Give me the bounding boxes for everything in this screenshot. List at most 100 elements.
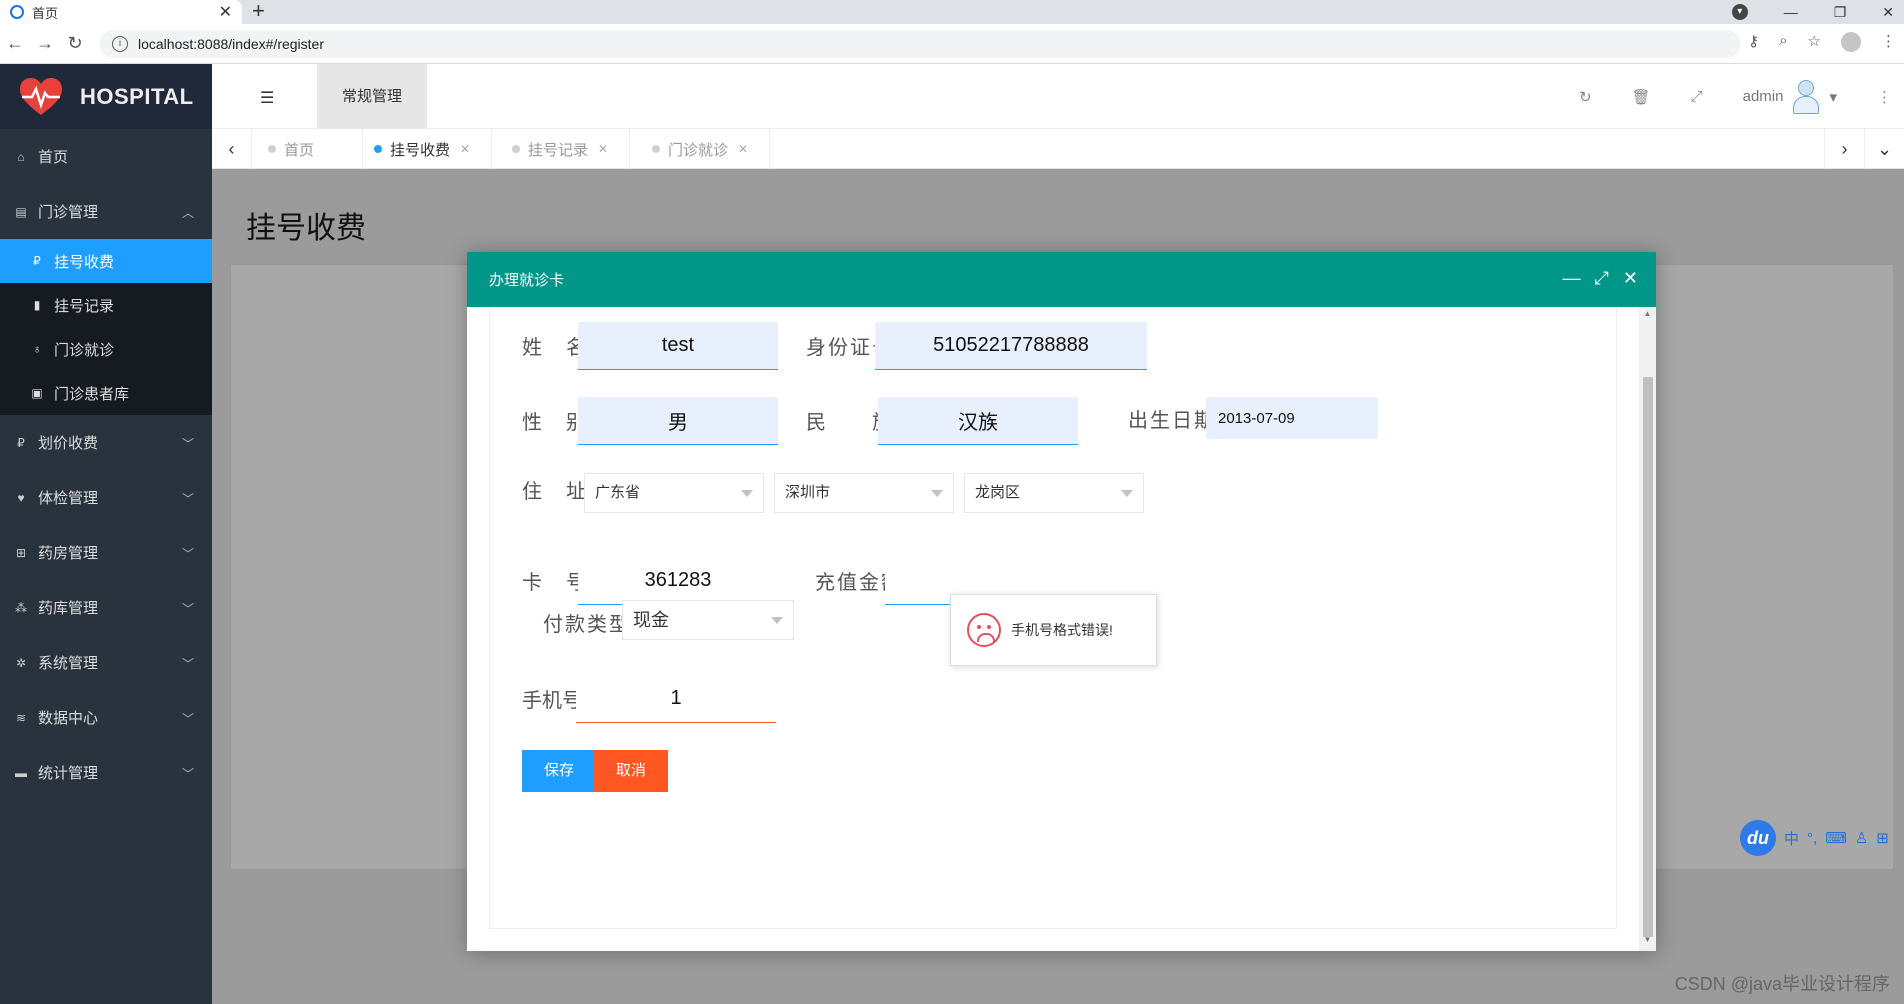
tab-label: 挂号记录 — [528, 141, 589, 159]
payment-type-select[interactable]: 现金 — [622, 600, 794, 640]
scroll-up-icon[interactable]: ▲ — [1639, 309, 1656, 323]
tab-close-icon[interactable]: ✕ — [738, 142, 748, 156]
payment-icon: ₽ — [17, 435, 25, 450]
tab-register[interactable]: 挂号收费 ✕ — [374, 129, 492, 169]
forward-icon[interactable]: → — [30, 33, 60, 54]
chevron-down-icon: ﹀ — [181, 437, 194, 451]
caret-down-icon: ▾ — [1829, 88, 1837, 106]
restore-icon[interactable]: ❐ — [1834, 4, 1847, 21]
caret-down-icon — [1121, 490, 1133, 497]
more-icon[interactable]: ⋮ — [1881, 32, 1896, 52]
info-icon[interactable]: i — [112, 36, 128, 52]
scroll-down-icon[interactable]: ▼ — [1639, 935, 1656, 949]
tab-close-icon[interactable]: ✕ — [598, 142, 608, 156]
sidebar-subitem-consult[interactable]: ♁ 门诊就诊 — [0, 327, 212, 371]
browser-actions: ⚷ ⌕ ☆ ⋮ — [1748, 32, 1896, 52]
close-tab-icon[interactable]: ✕ — [219, 2, 232, 22]
header-tools: ↻ 🗑 ⤢ admin ▾ ⋮ — [1579, 64, 1904, 129]
ime-logo-icon[interactable]: du — [1740, 820, 1776, 856]
tab-label: 首页 — [284, 141, 315, 159]
browser-tab[interactable]: 首页 ✕ — [0, 0, 242, 24]
sidebar-item-pricing[interactable]: ₽ 划价收费 ﹀ — [0, 415, 212, 470]
sidebar-item-stats[interactable]: ▬ 统计管理 ﹀ — [0, 745, 212, 800]
save-button[interactable]: 保存 — [522, 750, 596, 792]
sidebar-subitem-label: 门诊患者库 — [54, 385, 130, 403]
modal-title: 办理就诊卡 — [489, 272, 565, 289]
sidebar-item-checkup[interactable]: ♥ 体检管理 ﹀ — [0, 470, 212, 525]
trash-icon[interactable]: 🗑 — [1632, 88, 1651, 106]
minimize-icon[interactable]: — — [1784, 4, 1798, 20]
window-controls: ▾ — ❐ ✕ — [1731, 0, 1894, 24]
page-title: 挂号收费 — [246, 212, 366, 245]
sidebar-item-label: 划价收费 — [38, 435, 99, 452]
phone-field[interactable] — [576, 675, 776, 723]
minimize-icon[interactable]: — — [1563, 268, 1581, 289]
logo[interactable]: HOSPITAL — [0, 64, 212, 129]
tabs-menu-icon[interactable]: ⌄ — [1864, 129, 1904, 169]
sidebar-subitem-records[interactable]: ▮ 挂号记录 — [0, 283, 212, 327]
new-tab-button[interactable]: + — [252, 0, 265, 24]
sidebar-item-label: 数据中心 — [38, 710, 99, 727]
user-icon[interactable]: ♙ — [1855, 829, 1868, 847]
sidebar-subitem-register[interactable]: ₽ 挂号收费 — [0, 239, 212, 283]
close-window-icon[interactable]: ✕ — [1882, 4, 1894, 21]
contact-card-icon: ▣ — [31, 386, 43, 400]
tab-label: 挂号收费 — [390, 141, 451, 159]
chevron-down-icon: ﹀ — [181, 492, 194, 506]
card-number-field[interactable] — [578, 557, 778, 605]
keyboard-icon[interactable]: ⌨ — [1825, 829, 1847, 847]
chevron-down-icon: ﹀ — [181, 712, 194, 726]
gender-field[interactable] — [578, 397, 778, 445]
id-card-field[interactable] — [875, 322, 1147, 370]
tabs-next-icon[interactable]: › — [1824, 129, 1864, 169]
logo-text: HOSPITAL — [80, 83, 194, 109]
grid-icon[interactable]: ⊞ — [1876, 829, 1889, 847]
sidebar-item-home[interactable]: ⌂ 首页 — [0, 129, 212, 184]
sidebar-item-pharmacy[interactable]: ⊞ 药房管理 ﹀ — [0, 525, 212, 580]
more-vertical-icon[interactable]: ⋮ — [1877, 88, 1892, 106]
book-icon: ▮ — [33, 298, 41, 312]
close-icon[interactable]: ✕ — [1623, 268, 1638, 289]
sidebar-subitem-label: 门诊就诊 — [54, 341, 115, 359]
sidebar-item-system[interactable]: ✲ 系统管理 ﹀ — [0, 635, 212, 690]
key-icon[interactable]: ⚷ — [1748, 32, 1759, 52]
sidebar-item-label: 系统管理 — [38, 655, 99, 672]
ime-lang-toggle[interactable]: 中 — [1784, 828, 1799, 849]
menu-toggle-icon[interactable]: ☰ — [260, 88, 274, 108]
tab-records[interactable]: 挂号记录 ✕ — [512, 129, 630, 169]
back-icon[interactable]: ← — [0, 33, 30, 54]
app-header: ☰ 常规管理 ↻ 🗑 ⤢ admin ▾ ⋮ — [212, 64, 1904, 129]
tab-home[interactable]: 首页 — [268, 129, 363, 169]
birth-date-field[interactable] — [1206, 397, 1378, 439]
address-bar[interactable]: i localhost:8088/index#/register — [100, 30, 1740, 58]
cancel-button[interactable]: 取消 — [594, 750, 668, 792]
tab-consult[interactable]: 门诊就诊 ✕ — [652, 129, 770, 169]
province-value: 广东省 — [595, 484, 641, 501]
city-select[interactable]: 深圳市 — [774, 473, 954, 513]
download-icon[interactable]: ▾ — [1731, 4, 1748, 20]
account-icon[interactable] — [1841, 32, 1861, 52]
header-tab-general[interactable]: 常规管理 — [317, 64, 427, 129]
sidebar-item-warehouse[interactable]: ⁂ 药库管理 ﹀ — [0, 580, 212, 635]
refresh-icon[interactable]: ↻ — [1579, 88, 1592, 106]
district-select[interactable]: 龙岗区 — [964, 473, 1144, 513]
tab-close-icon[interactable]: ✕ — [460, 142, 470, 156]
tabs-prev-icon[interactable]: ‹ — [212, 129, 252, 169]
zoom-icon[interactable]: ⌕ — [1779, 32, 1787, 52]
admin-menu[interactable]: admin ▾ — [1743, 79, 1837, 114]
maximize-icon[interactable]: ⤢ — [1595, 268, 1609, 289]
reload-icon[interactable]: ↻ — [60, 33, 90, 54]
sidebar-subitem-patients[interactable]: ▣ 门诊患者库 — [0, 371, 212, 415]
ethnicity-field[interactable] — [878, 397, 1078, 445]
modal-scrollbar[interactable]: ▲ ▼ — [1639, 307, 1656, 951]
tab-dot — [652, 145, 660, 153]
punctuation-icon[interactable]: °, — [1807, 830, 1817, 847]
star-icon[interactable]: ☆ — [1808, 32, 1821, 52]
caret-down-icon — [741, 490, 753, 497]
sidebar-item-data[interactable]: ≋ 数据中心 ﹀ — [0, 690, 212, 745]
fullscreen-icon[interactable]: ⤢ — [1691, 88, 1703, 105]
province-select[interactable]: 广东省 — [584, 473, 764, 513]
scroll-thumb[interactable] — [1643, 377, 1653, 937]
sidebar-item-outpatient[interactable]: ▤ 门诊管理 ︿ — [0, 184, 212, 239]
name-field[interactable] — [578, 322, 778, 370]
